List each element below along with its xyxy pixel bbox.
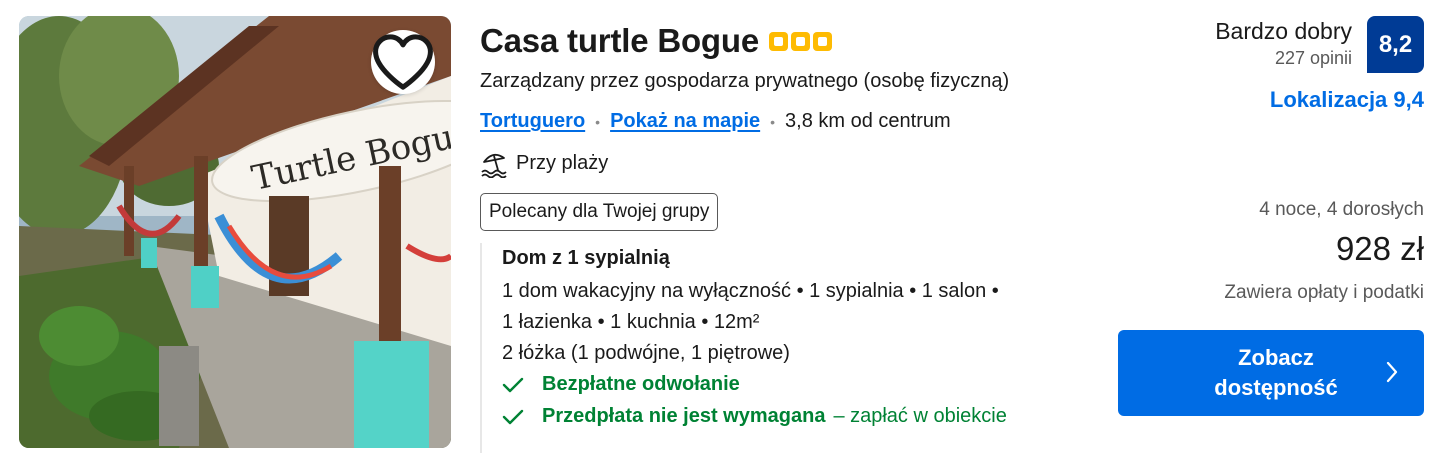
perk-cancel-label: Bezpłatne odwołanie bbox=[542, 373, 740, 395]
review-label: Bardzo dobry bbox=[1215, 18, 1352, 44]
unit-details-line: 1 dom wakacyjny na wyłączność • 1 sypial… bbox=[502, 280, 999, 302]
unit-details-line: 1 łazienka • 1 kuchnia • 12m² bbox=[502, 311, 760, 333]
heart-icon bbox=[373, 34, 433, 90]
beach-label: Przy plaży bbox=[516, 151, 609, 174]
location-score: Lokalizacja 9,4 bbox=[1269, 87, 1424, 112]
host-info: Zarządzany przez gospodarza prywatnego (… bbox=[480, 70, 1010, 92]
show-on-map-link[interactable]: Pokaż na mapie bbox=[610, 110, 760, 133]
property-title[interactable]: Casa turtle Bogue bbox=[480, 22, 759, 60]
favorite-button[interactable] bbox=[371, 30, 435, 94]
separator-dot: • bbox=[770, 113, 776, 130]
star-icon bbox=[769, 31, 788, 51]
unit-title: Dom z 1 sypialnią bbox=[502, 247, 670, 269]
location-row: Tortuguero • Pokaż na mapie • 3,8 km od … bbox=[480, 110, 951, 133]
location-link[interactable]: Tortuguero bbox=[480, 110, 585, 133]
tax-note: Zawiera opłaty i podatki bbox=[1224, 282, 1424, 303]
review-summary[interactable]: Bardzo dobry 227 opinii bbox=[1215, 18, 1352, 69]
cta-label: Zobacz dostępność bbox=[1214, 345, 1338, 400]
separator-dot: • bbox=[595, 113, 601, 130]
stay-info: 4 noce, 4 dorosłych bbox=[1259, 199, 1424, 220]
property-photo[interactable]: Turtle Bogue bbox=[19, 16, 451, 448]
perk-prepay-note: – zapłać w obiekcie bbox=[833, 405, 1007, 427]
recommended-badge: Polecany dla Twojej grupy bbox=[480, 193, 719, 231]
review-score-badge[interactable]: 8,2 bbox=[1367, 16, 1424, 73]
star-icon bbox=[791, 31, 810, 51]
star-icon bbox=[813, 31, 832, 51]
distance-text: 3,8 km od centrum bbox=[785, 110, 951, 132]
chevron-right-icon bbox=[1386, 361, 1398, 383]
perk-prepay-label: Przedpłata nie jest wymagana bbox=[542, 405, 826, 427]
star-rating bbox=[769, 31, 832, 51]
perk-no-prepayment: Przedpłata nie jest wymagana – zapłać w … bbox=[502, 405, 1100, 428]
unit-beds: 2 łóżka (1 podwójne, 1 piętrowe) bbox=[502, 342, 790, 364]
beach-umbrella-icon bbox=[481, 153, 507, 178]
title-row: Casa turtle Bogue bbox=[480, 22, 832, 60]
beach-row: Przy plaży bbox=[480, 148, 608, 178]
unit-details: Dom z 1 sypialnią 1 dom wakacyjny na wył… bbox=[480, 243, 1100, 453]
see-availability-button[interactable]: Zobacz dostępność bbox=[1118, 330, 1424, 416]
check-icon bbox=[502, 377, 524, 392]
perk-free-cancellation: Bezpłatne odwołanie bbox=[502, 373, 1100, 396]
price: 928 zł bbox=[1335, 230, 1424, 267]
check-icon bbox=[502, 409, 524, 424]
review-count: 227 opinii bbox=[1274, 48, 1352, 68]
